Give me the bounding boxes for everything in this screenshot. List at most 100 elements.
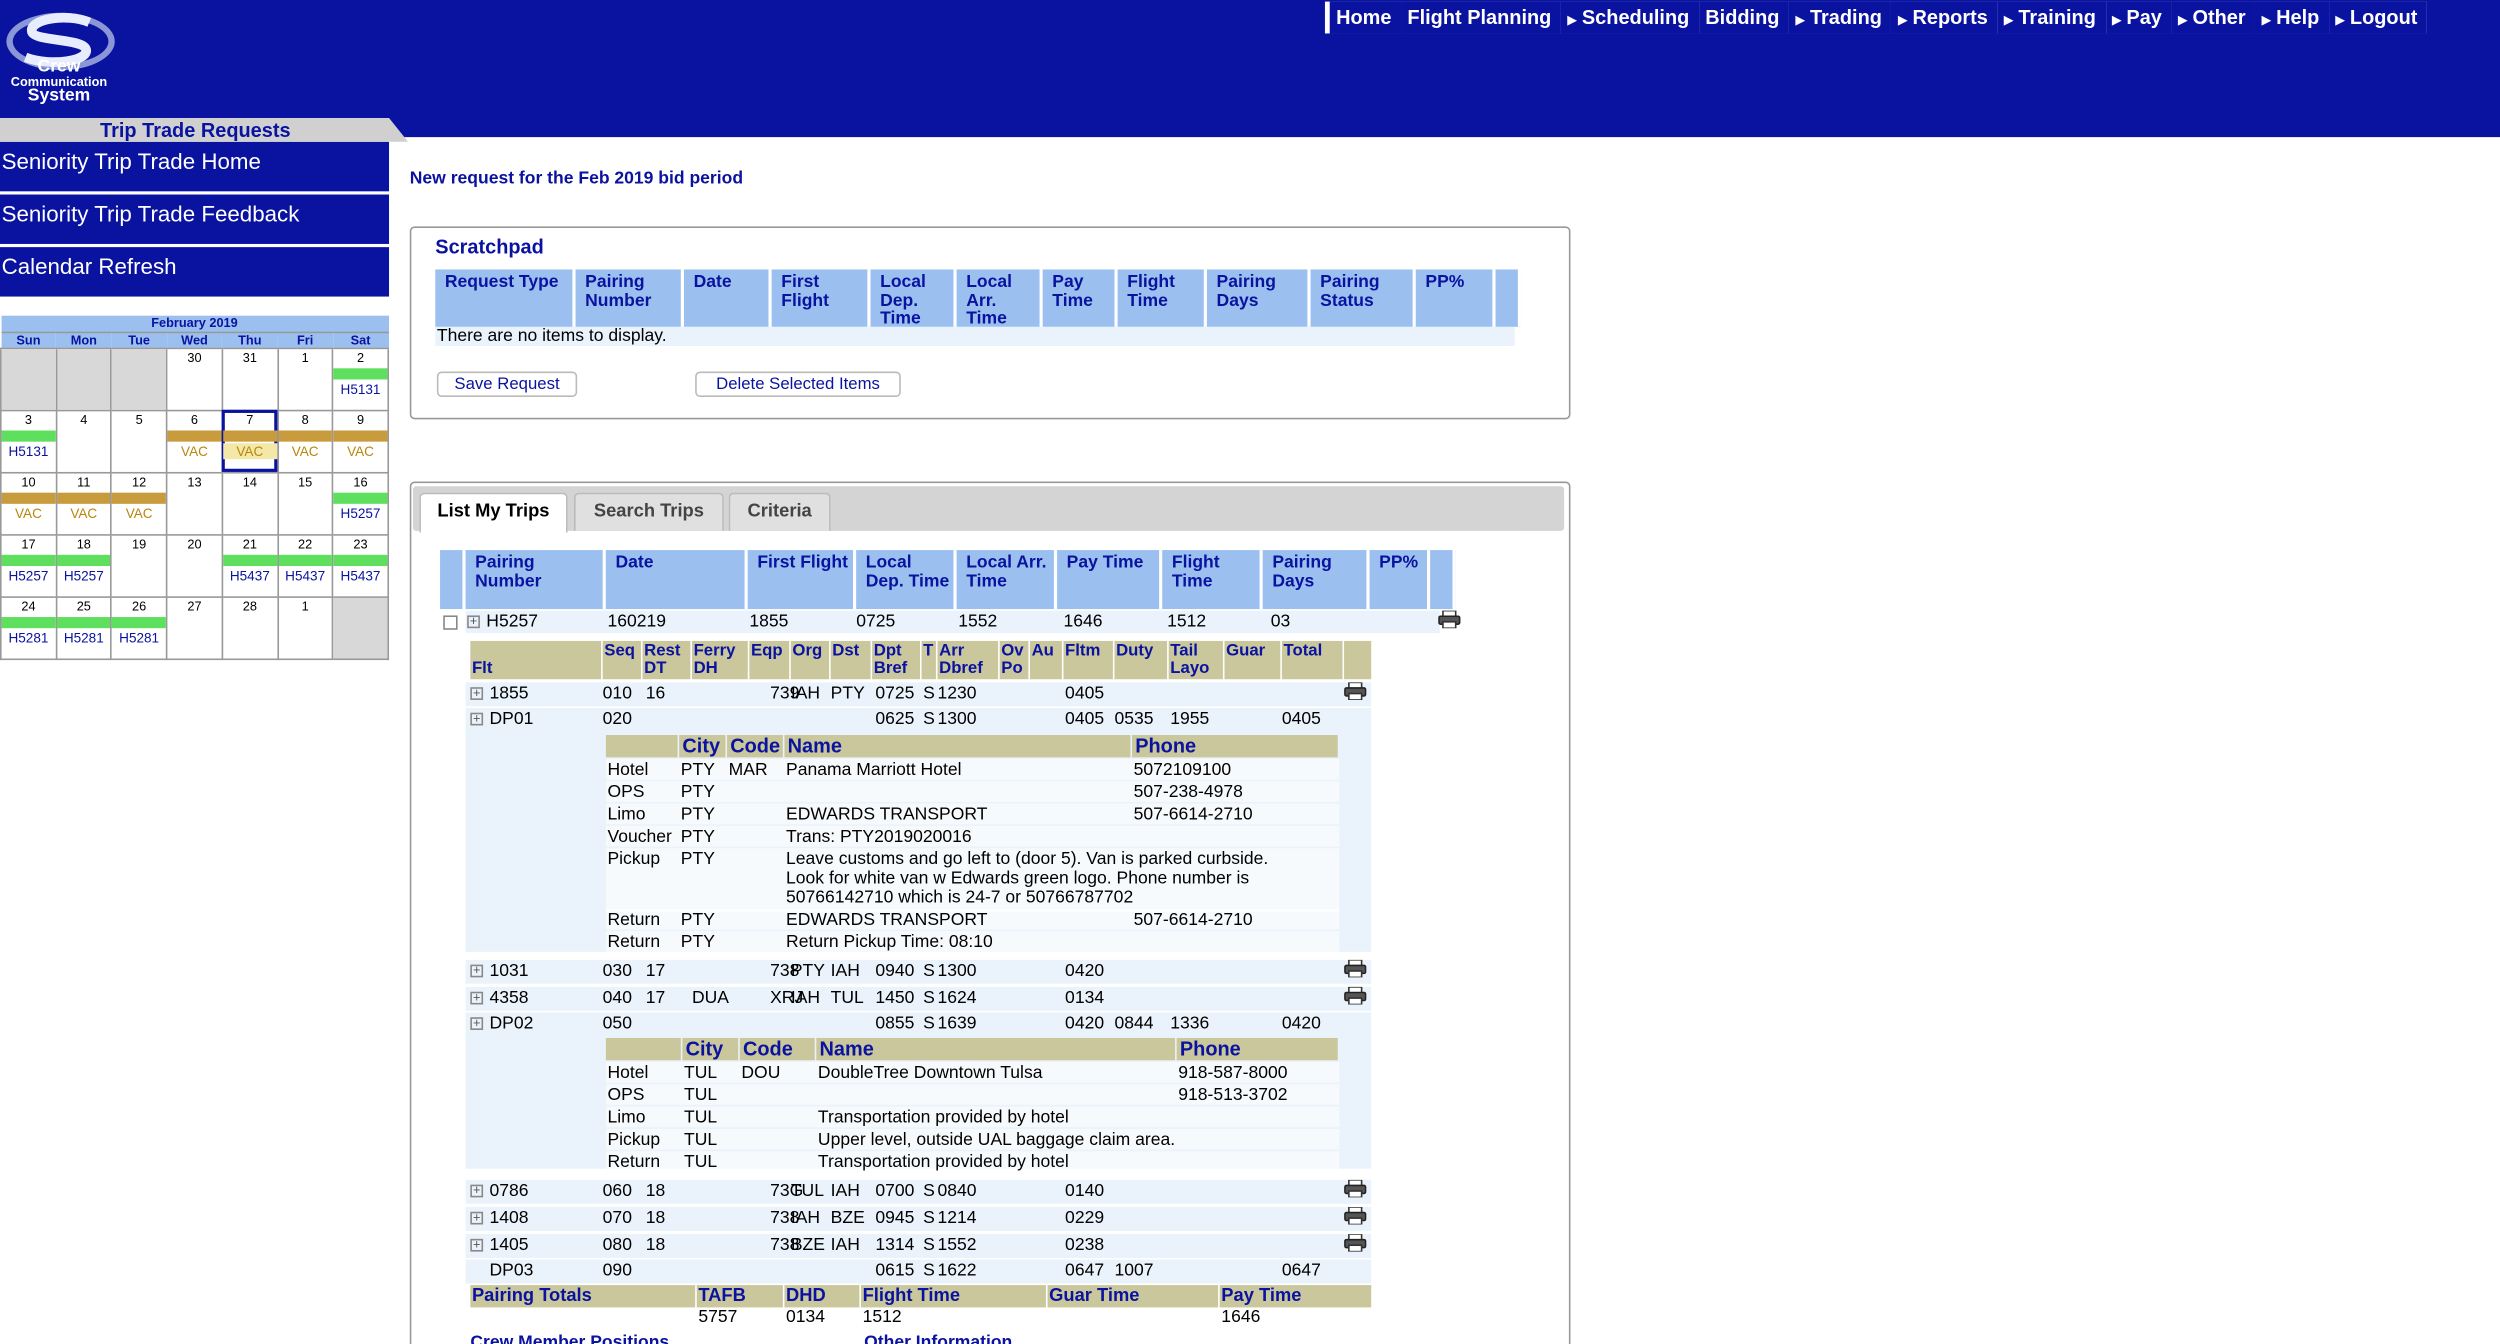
trip-col-header[interactable]: Pairing Number — [465, 550, 606, 610]
scratchpad-col-header[interactable]: Pairing Number — [575, 269, 684, 327]
menu-calendar-refresh[interactable]: Calendar Refresh — [0, 247, 390, 297]
calendar-day[interactable]: 28 — [221, 595, 279, 660]
trip-col-header[interactable]: Date — [605, 550, 748, 610]
printer-icon[interactable] — [1344, 1233, 1367, 1253]
trip-col-header[interactable] — [1430, 550, 1456, 610]
printer-icon[interactable] — [1344, 1179, 1367, 1199]
expand-icon[interactable]: + — [470, 1238, 484, 1252]
menu-seniority-trip-trade-feedback[interactable]: Seniority Trip Trade Feedback — [0, 194, 390, 244]
calendar-day[interactable]: 7 VAC — [221, 408, 279, 473]
calendar-day[interactable]: 21 H5437 — [221, 533, 279, 598]
expand-icon[interactable]: + — [470, 1184, 484, 1198]
calendar-day[interactable] — [55, 346, 113, 411]
scratchpad-col-header[interactable]: Request Type — [435, 269, 576, 327]
tab-list-my-trips[interactable]: List My Trips — [419, 492, 568, 533]
scratchpad-col-header[interactable] — [1495, 269, 1522, 327]
nav-logout[interactable]: ▶ Logout — [2328, 1, 2427, 34]
trip-col-header[interactable]: Flight Time — [1162, 550, 1263, 610]
calendar-day[interactable]: 25 H5281 — [55, 595, 113, 660]
tab-search-trips[interactable]: Search Trips — [573, 492, 724, 531]
printer-icon[interactable] — [1344, 681, 1367, 701]
leg-row[interactable] — [465, 682, 1372, 707]
trip-col-header[interactable]: Local Arr. Time — [956, 550, 1058, 610]
nav-other[interactable]: ▶ Other — [2171, 1, 2256, 34]
trip-col-header[interactable]: PP% — [1369, 550, 1431, 610]
leg-row[interactable] — [465, 1234, 1372, 1258]
trip-col-header[interactable] — [440, 550, 466, 610]
calendar-day[interactable] — [110, 346, 168, 411]
nav-bidding[interactable]: Bidding — [1698, 1, 1789, 34]
scratchpad-col-header[interactable]: First Flight — [771, 269, 871, 327]
trip-checkbox[interactable] — [443, 615, 458, 630]
trip-col-header[interactable]: Local Dep. Time — [856, 550, 957, 610]
calendar-day[interactable] — [0, 346, 57, 411]
scratchpad-col-header[interactable]: PP% — [1415, 269, 1496, 327]
leg-row[interactable] — [465, 959, 1372, 984]
calendar-day[interactable]: 15 — [276, 471, 334, 535]
printer-icon[interactable] — [1344, 959, 1367, 979]
printer-icon[interactable] — [1438, 609, 1461, 629]
scratchpad-col-header[interactable]: Pay Time — [1042, 269, 1118, 327]
expand-icon[interactable]: + — [470, 686, 484, 700]
calendar-day[interactable]: 9 VAC — [332, 408, 390, 473]
nav-scheduling[interactable]: ▶ Scheduling — [1560, 1, 1699, 34]
calendar-day[interactable]: 31 — [221, 346, 279, 411]
calendar-day[interactable]: 17 H5257 — [0, 533, 57, 598]
calendar-day[interactable]: 16 H5257 — [332, 471, 390, 535]
nav-pay[interactable]: ▶ Pay — [2105, 1, 2172, 34]
nav-training[interactable]: ▶ Training — [1997, 1, 2106, 34]
expand-icon[interactable]: + — [470, 1211, 484, 1225]
calendar-day[interactable]: 12 VAC — [110, 471, 168, 535]
trip-col-header[interactable]: Pay Time — [1057, 550, 1163, 610]
scratchpad-col-header[interactable]: Pairing Status — [1310, 269, 1416, 327]
nav-trading[interactable]: ▶ Trading — [1788, 1, 1892, 34]
expand-icon[interactable]: + — [467, 615, 480, 629]
leg-row[interactable] — [465, 986, 1372, 1011]
calendar-day[interactable]: 6 VAC — [166, 408, 223, 473]
nav-home[interactable]: Home — [1329, 1, 1402, 34]
calendar-day[interactable]: 18 H5257 — [55, 533, 113, 598]
save-request-button[interactable]: Save Request — [436, 371, 578, 398]
calendar-day[interactable]: 22 H5437 — [276, 533, 334, 598]
calendar-day[interactable]: 30 — [166, 346, 223, 411]
scratchpad-col-header[interactable]: Local Arr. Time — [956, 269, 1043, 327]
calendar-day[interactable]: 20 — [166, 533, 223, 598]
printer-icon[interactable] — [1344, 1206, 1367, 1226]
calendar-day[interactable]: 5 — [110, 408, 168, 473]
calendar-day[interactable]: 8 VAC — [276, 408, 334, 473]
calendar-day[interactable]: 13 — [166, 471, 223, 535]
calendar-day[interactable]: 19 — [110, 533, 168, 598]
expand-icon[interactable]: + — [470, 712, 484, 726]
calendar-day[interactable]: 3 H5131 — [0, 408, 57, 473]
leg-row[interactable] — [465, 1259, 1372, 1284]
menu-seniority-trip-trade-home[interactable]: Seniority Trip Trade Home — [0, 141, 390, 192]
scratchpad-col-header[interactable]: Local Dep. Time — [870, 269, 957, 327]
scratchpad-col-header[interactable]: Date — [683, 269, 772, 327]
scratchpad-col-header[interactable]: Flight Time — [1117, 269, 1207, 327]
calendar-day[interactable]: 2 H5131 — [332, 346, 390, 411]
nav-flight-planning[interactable]: Flight Planning — [1401, 1, 1561, 34]
leg-row[interactable] — [465, 1179, 1372, 1204]
calendar-day[interactable] — [332, 595, 390, 660]
calendar-day[interactable]: 23 H5437 — [332, 533, 390, 598]
calendar-day[interactable]: 24 H5281 — [0, 595, 57, 660]
nav-reports[interactable]: ▶ Reports — [1891, 1, 1998, 34]
trip-col-header[interactable]: Pairing Days — [1262, 550, 1370, 610]
expand-icon[interactable]: + — [470, 1016, 484, 1030]
calendar-day[interactable]: 27 — [166, 595, 223, 660]
printer-icon[interactable] — [1344, 986, 1367, 1006]
leg-row[interactable] — [465, 1206, 1372, 1231]
expand-icon[interactable]: + — [470, 964, 484, 978]
expand-icon[interactable]: + — [470, 991, 484, 1005]
trip-col-header[interactable]: First Flight — [747, 550, 857, 610]
calendar-day[interactable]: 1 — [276, 595, 334, 660]
scratchpad-col-header[interactable]: Pairing Days — [1206, 269, 1311, 327]
delete-selected-items-button[interactable]: Delete Selected Items — [695, 371, 901, 398]
calendar-day[interactable]: 11 VAC — [55, 471, 113, 535]
calendar-day[interactable]: 10 VAC — [0, 471, 57, 535]
calendar-day[interactable]: 1 — [276, 346, 334, 411]
nav-help[interactable]: ▶ Help — [2255, 1, 2329, 34]
calendar-day[interactable]: 14 — [221, 471, 279, 535]
tab-criteria[interactable]: Criteria — [728, 492, 831, 531]
calendar-day[interactable]: 26 H5281 — [110, 595, 168, 660]
